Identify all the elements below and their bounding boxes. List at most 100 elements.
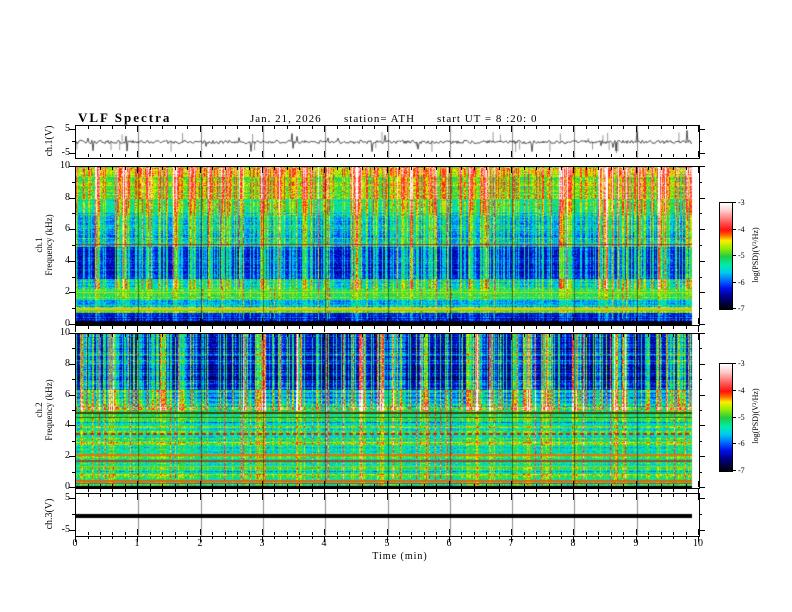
time-tick (623, 532, 625, 535)
time-tick (174, 167, 176, 170)
time-tick (212, 154, 214, 157)
time-tick (124, 154, 126, 157)
time-tick (361, 532, 363, 535)
time-tick (486, 326, 488, 329)
time-tick (99, 167, 101, 170)
time-tick (212, 326, 214, 329)
time-tick (336, 326, 338, 329)
time-tick (149, 326, 151, 329)
time-tick (299, 494, 301, 497)
time-tick (511, 318, 513, 324)
time-tick (523, 321, 525, 324)
time-tick (299, 532, 301, 535)
time-tick (648, 154, 650, 157)
time-tick (162, 489, 164, 492)
time-tick-label: 5 (384, 538, 390, 549)
time-tick (311, 532, 313, 535)
time-tick (423, 126, 425, 129)
spec2-ytick-label: 10 (60, 327, 70, 338)
time-tick (199, 326, 201, 332)
time-tick (648, 126, 650, 129)
time-tick (174, 489, 176, 492)
time-tick (598, 334, 600, 337)
time-tick (399, 326, 400, 329)
freq-minor-tick (699, 441, 702, 442)
time-tick (112, 154, 114, 157)
time-tick (112, 494, 114, 497)
time-tick (361, 167, 363, 170)
colorbar-ch1-tick-label: -7 (738, 304, 745, 313)
ch2-spectrogram-panel (75, 333, 700, 489)
time-tick (162, 484, 164, 487)
colorbar-ch1-tick-label: -5 (738, 251, 745, 260)
time-tick (548, 326, 550, 329)
freq-tick (699, 333, 705, 334)
time-tick (598, 154, 600, 157)
time-tick (237, 532, 238, 535)
time-tick (187, 154, 189, 157)
time-tick (436, 321, 438, 324)
time-tick (610, 154, 612, 157)
time-tick (498, 167, 500, 170)
time-tick (311, 321, 313, 324)
time-tick (361, 489, 363, 492)
time-tick (473, 326, 475, 329)
time-tick (361, 326, 363, 329)
time-tick (87, 326, 89, 329)
time-tick (249, 167, 251, 170)
time-tick (187, 489, 189, 492)
freq-minor-tick (699, 277, 702, 278)
time-tick (224, 489, 226, 492)
time-tick (286, 484, 288, 487)
ch1-waveform-panel (75, 125, 700, 159)
time-tick (610, 484, 612, 487)
time-tick (386, 167, 388, 173)
time-tick (486, 536, 488, 539)
time-tick (660, 484, 662, 487)
freq-tick (699, 153, 705, 154)
time-tick (187, 484, 189, 487)
time-tick (87, 532, 89, 535)
time-tick (448, 326, 450, 332)
time-tick (149, 154, 151, 157)
time-tick (473, 321, 475, 324)
time-tick (336, 536, 338, 539)
time-tick (399, 532, 400, 535)
time-tick (523, 154, 525, 157)
time-tick (698, 326, 699, 332)
time-tick (473, 532, 475, 535)
time-tick (548, 321, 550, 324)
time-tick (548, 494, 550, 497)
time-tick (461, 326, 463, 329)
time-tick-label: 3 (259, 538, 265, 549)
time-tick (274, 154, 276, 157)
time-tick (311, 334, 313, 337)
time-tick (187, 334, 189, 337)
time-tick (174, 326, 176, 329)
time-tick (174, 532, 176, 535)
time-tick (149, 321, 151, 324)
time-tick (249, 321, 251, 324)
time-tick (149, 334, 151, 337)
time-tick (386, 334, 388, 340)
time-tick (598, 326, 600, 329)
time-tick (149, 494, 151, 497)
time-tick (635, 167, 637, 173)
time-tick (149, 484, 151, 487)
time-tick (660, 326, 662, 329)
time-tick (411, 334, 413, 337)
colorbar-tick (732, 282, 736, 283)
time-tick (336, 532, 338, 535)
time-tick (548, 532, 550, 535)
time-tick (486, 167, 488, 170)
time-tick-label: 10 (693, 538, 703, 549)
time-tick (349, 494, 351, 497)
time-tick (448, 318, 450, 324)
time-tick (274, 126, 276, 129)
time-tick (224, 334, 226, 337)
time-tick (124, 484, 126, 487)
freq-tick (699, 229, 705, 230)
time-tick (648, 532, 650, 535)
time-tick (685, 154, 687, 157)
time-tick (598, 489, 600, 492)
